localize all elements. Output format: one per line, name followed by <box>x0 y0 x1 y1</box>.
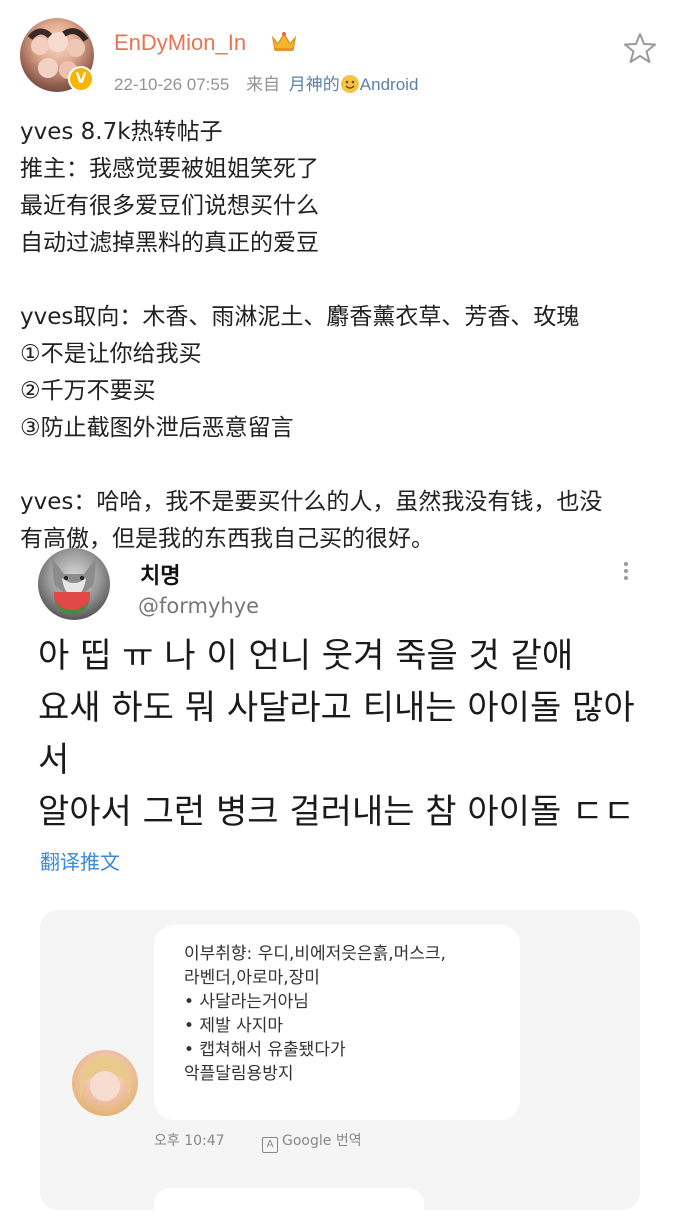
post-line: yves：哈哈，我不是要买什么的人，虽然我没有钱，也没 <box>20 489 603 515</box>
tweet-line: 서 <box>38 740 70 780</box>
post-line: ③防止截图外泄后恶意留言 <box>20 415 294 441</box>
google-translate-label[interactable]: A Google 번역 <box>262 1130 362 1153</box>
post-line: yves取向：木香、雨淋泥土、麝香薰衣草、芳香、玫瑰 <box>20 304 580 330</box>
more-vertical-icon[interactable] <box>620 562 632 584</box>
message-line: 악플달림용방지 <box>184 1064 294 1084</box>
next-chat-bubble <box>154 1188 424 1218</box>
message-line: 라벤더,아로마,장미 <box>184 968 320 988</box>
post-line: yves 8.7k热转帖子 <box>20 119 223 145</box>
post-line: ②千万不要买 <box>20 378 156 404</box>
post-body: yves 8.7k热转帖子 推主：我感觉要被姐姐笑死了 最近有很多爱豆们说想买什… <box>20 114 660 558</box>
message-line: 이부취향: 우디,비에저읏은흙,머스크, <box>184 944 446 964</box>
message-line: • 사달라는거아님 <box>184 992 309 1012</box>
tweet-author-handle[interactable]: @formyhye <box>138 594 259 618</box>
post-meta: 22-10-26 07:55 来自 月神的 Android <box>114 70 418 95</box>
tweet-line: 요새 하도 뭐 사달라고 티내는 아이돌 많아 <box>38 688 635 728</box>
translate-icon: A <box>262 1137 278 1153</box>
smile-emoji-icon <box>340 75 359 93</box>
post-line: 最近有很多爱豆们说想买什么 <box>20 193 319 219</box>
message-line: • 제발 사지마 <box>184 1016 284 1036</box>
tweet-line: 아 띱 ㅠ 나 이 언니 웃겨 죽을 것 같애 <box>38 636 574 676</box>
translate-tweet-link[interactable]: 翻译推文 <box>40 846 120 875</box>
tweet-line: 알아서 그런 병크 걸러내는 참 아이돌 ㄷㄷ <box>38 792 635 832</box>
post-line: 自动过滤掉黑料的真正的爱豆 <box>20 230 319 256</box>
chat-message: 이부취향: 우디,비에저읏은흙,머스크, 라벤더,아로마,장미 • 사달라는거아… <box>184 942 514 1086</box>
message-line: • 캡쳐해서 유출됐다가 <box>184 1040 346 1060</box>
source-prefix: 月神的 <box>288 75 340 94</box>
from-label: 来自 <box>246 75 281 94</box>
post-timestamp: 22-10-26 07:55 <box>114 75 230 94</box>
username[interactable]: EnDyMion_In <box>114 30 246 56</box>
source-suffix: Android <box>359 75 419 94</box>
post-line: 推主：我感觉要被姐姐笑死了 <box>20 156 319 182</box>
tweet-author-avatar[interactable] <box>38 548 110 620</box>
post-line: ①不是让你给我买 <box>20 341 202 367</box>
google-translate-text: Google 번역 <box>282 1133 362 1149</box>
post-line: 有高傲，但是我的东西我自己买的很好。 <box>20 526 434 552</box>
tweet-author-name[interactable]: 치명 <box>140 558 180 590</box>
post-source[interactable]: 月神的 Android <box>288 75 419 94</box>
sender-avatar-image <box>80 1056 130 1101</box>
sender-avatar <box>72 1050 138 1116</box>
crown-icon <box>271 32 297 51</box>
star-outline-icon[interactable] <box>622 30 658 66</box>
message-time: 오후 10:47 <box>154 1133 225 1149</box>
verified-badge-icon: V <box>68 66 94 92</box>
tweet-text: 아 띱 ㅠ 나 이 언니 웃겨 죽을 것 같애 요새 하도 뭐 사달라고 티내는… <box>38 630 648 838</box>
